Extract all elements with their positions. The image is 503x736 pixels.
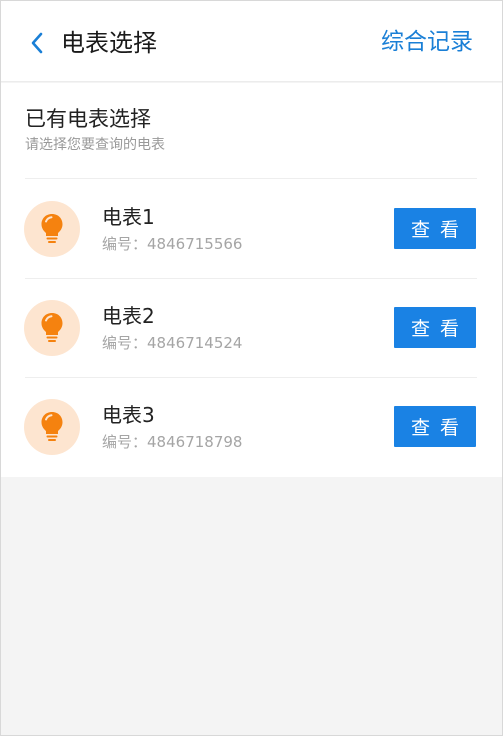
meter-row: 电表1 编号： 4846715566 查看 (0, 179, 503, 278)
meter-name: 电表2 (102, 304, 155, 328)
meter-code-value: 4846714524 (147, 334, 243, 352)
meter-name: 电表3 (102, 403, 155, 427)
meter-code: 编号： 4846715566 (102, 234, 242, 254)
meter-code-value: 4846715566 (147, 235, 243, 253)
meter-name: 电表1 (102, 205, 155, 229)
meter-code: 编号： 4846714524 (102, 333, 242, 353)
app-header: 电表选择 综合记录 (0, 0, 503, 82)
page-title: 电表选择 (61, 29, 157, 57)
meter-row: 电表2 编号： 4846714524 查看 (0, 278, 503, 377)
records-link[interactable]: 综合记录 (381, 26, 473, 58)
lightbulb-icon (41, 412, 63, 441)
back-button[interactable] (24, 28, 50, 58)
view-button[interactable]: 查看 (394, 307, 476, 348)
meter-code-label: 编号： (102, 433, 148, 451)
meter-icon-badge (24, 201, 80, 257)
meter-code-value: 4846718798 (147, 433, 243, 451)
meter-code: 编号： 4846718798 (102, 432, 242, 452)
lightbulb-icon (41, 214, 63, 243)
meter-code-label: 编号： (102, 235, 148, 253)
meter-row: 电表3 编号： 4846718798 查看 (0, 377, 503, 476)
meter-icon-badge (24, 300, 80, 356)
chevron-left-icon (31, 32, 43, 54)
section-title: 已有电表选择 (25, 107, 151, 131)
meter-icon-badge (24, 399, 80, 455)
section-subtitle: 请选择您要查询的电表 (25, 137, 165, 153)
meter-list-panel: 已有电表选择 请选择您要查询的电表 电表1 编号： 4846715566 查看 (0, 83, 503, 477)
view-button[interactable]: 查看 (394, 208, 476, 249)
meter-code-label: 编号： (102, 334, 148, 352)
lightbulb-icon (41, 313, 63, 342)
view-button[interactable]: 查看 (394, 406, 476, 447)
